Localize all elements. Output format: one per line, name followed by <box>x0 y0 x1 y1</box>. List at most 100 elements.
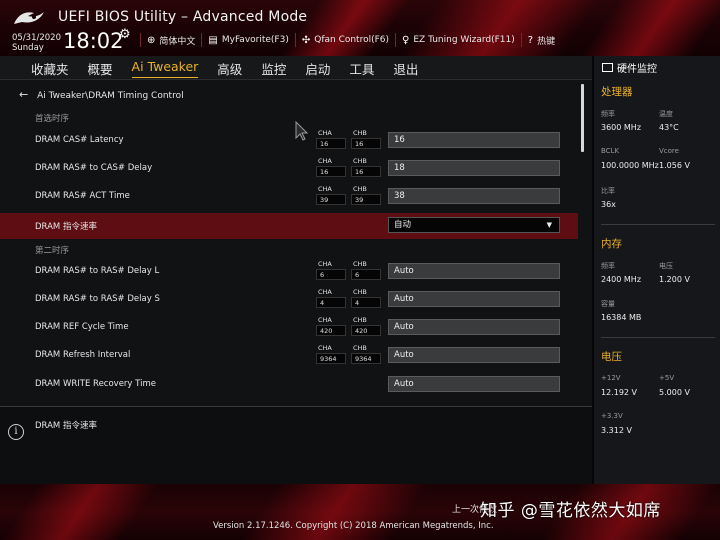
setting-label: DRAM WRITE Recovery Time <box>35 379 156 389</box>
ref-cycle-time-input[interactable]: Auto <box>388 319 560 335</box>
ez-tuning-label: EZ Tuning Wizard(F11) <box>413 35 515 45</box>
cpu-freq-value: 3600 MHz <box>601 123 642 132</box>
cpu-temp-label: 温度 <box>659 110 673 118</box>
hardware-monitor-title: 硬件监控 <box>602 60 657 75</box>
mem-cap-value: 16384 MB <box>601 313 642 322</box>
language-button[interactable]: ⊕ 简体中文 <box>140 33 201 47</box>
setting-label: DRAM Refresh Interval <box>35 350 131 360</box>
setting-row-rrd-l[interactable]: DRAM RAS# to RAS# Delay L CHA 6 CHB 6 Au… <box>0 259 578 285</box>
mem-freq-label: 频率 <box>601 262 615 270</box>
ez-tuning-wizard-button[interactable]: ♀ EZ Tuning Wizard(F11) <box>395 33 521 47</box>
memory-heading: 内存 <box>601 238 622 250</box>
app-title: UEFI BIOS Utility – Advanced Mode <box>58 9 308 25</box>
channel-a-readout: CHA 16 <box>316 129 346 149</box>
cpu-temp-value: 43°C <box>659 123 679 132</box>
ratio-value: 36x <box>601 200 616 209</box>
cas-latency-input[interactable]: 16 <box>388 132 560 148</box>
title-bar: UEFI BIOS Utility – Advanced Mode 05/31/… <box>0 0 720 56</box>
settings-panel: ← Ai Tweaker\DRAM Timing Control 首选时序 DR… <box>0 80 592 406</box>
channel-a-readout: CHA 420 <box>316 316 346 336</box>
channel-a-readout: CHA 6 <box>316 260 346 280</box>
globe-icon: ⊕ <box>147 34 156 46</box>
voltage-heading: 电压 <box>601 351 622 363</box>
breadcrumb[interactable]: ← Ai Tweaker\DRAM Timing Control <box>19 88 184 101</box>
chevron-down-icon: ▼ <box>546 221 552 229</box>
myfavorite-button[interactable]: ▤ MyFavorite(F3) <box>201 33 294 47</box>
language-label: 简体中文 <box>159 36 196 47</box>
divider <box>601 337 715 338</box>
channel-b-readout: CHB 9364 <box>351 344 381 364</box>
write-recovery-input[interactable]: Auto <box>388 376 560 392</box>
qfan-control-button[interactable]: ✣ Qfan Control(F6) <box>294 33 395 47</box>
bclk-value: 100.0000 MHz <box>601 161 659 170</box>
setting-row-cas-latency[interactable]: DRAM CAS# Latency CHA 16 CHB 16 16 <box>0 128 578 154</box>
main-menu-bar: 收藏夹 概要 Ai Tweaker 高级 监控 启动 工具 退出 <box>0 56 592 80</box>
channel-a-readout: CHA 16 <box>316 157 346 177</box>
day-text: Sunday <box>12 43 44 53</box>
menu-item-advanced[interactable]: 高级 <box>217 59 242 78</box>
menu-item-favorites[interactable]: 收藏夹 <box>31 59 69 78</box>
hotkeys-label: 热键 <box>537 36 556 47</box>
breadcrumb-path: Ai Tweaker\DRAM Timing Control <box>37 91 184 101</box>
v33-value: 3.312 V <box>601 426 632 435</box>
setting-row-command-rate[interactable]: DRAM 指令速率 自动 ▼ <box>0 213 578 239</box>
rrd-l-input[interactable]: Auto <box>388 263 560 279</box>
hotkeys-button[interactable]: ? 热键 <box>520 33 561 47</box>
setting-row-ras-act-time[interactable]: DRAM RAS# ACT Time CHA 39 CHB 39 38 <box>0 184 578 210</box>
v12-value: 12.192 V <box>601 388 638 397</box>
back-arrow-icon[interactable]: ← <box>19 88 28 101</box>
copyright-text: Version 2.17.1246. Copyright (C) 2018 Am… <box>213 521 494 531</box>
refresh-interval-input[interactable]: Auto <box>388 347 560 363</box>
hardware-monitor-label: 硬件监控 <box>617 64 657 75</box>
setting-label: DRAM RAS# to CAS# Delay <box>35 163 153 173</box>
menu-item-ai-tweaker[interactable]: Ai Tweaker <box>131 59 199 78</box>
channel-b-readout: CHB 39 <box>351 185 381 205</box>
v5-label: +5V <box>659 374 675 382</box>
footer-bar: 上一次修改 知乎 @雪花依然大如席 Version 2.17.1246. Cop… <box>0 484 720 540</box>
ratio-label: 比率 <box>601 187 615 195</box>
setting-row-ras-to-cas-delay[interactable]: DRAM RAS# to CAS# Delay CHA 16 CHB 16 18 <box>0 156 578 182</box>
cpu-heading: 处理器 <box>601 86 633 98</box>
setting-label: DRAM RAS# to RAS# Delay S <box>35 294 160 304</box>
setting-row-refresh-interval[interactable]: DRAM Refresh Interval CHA 9364 CHB 9364 … <box>0 343 578 369</box>
dropdown-value: 自动 <box>394 220 412 230</box>
channel-b-readout: CHB 6 <box>351 260 381 280</box>
toolbar: ⊕ 简体中文 ▤ MyFavorite(F3) ✣ Qfan Control(F… <box>140 33 561 47</box>
menu-item-main[interactable]: 概要 <box>88 59 113 78</box>
vcore-label: Vcore <box>659 147 679 155</box>
channel-b-readout: CHB 16 <box>351 129 381 149</box>
menu-item-monitor[interactable]: 监控 <box>261 59 286 78</box>
mem-cap-label: 容量 <box>601 300 615 308</box>
fan-icon: ✣ <box>301 34 311 46</box>
channel-b-readout: CHB 420 <box>351 316 381 336</box>
date-text: 05/31/2020 <box>12 33 61 43</box>
mem-volt-value: 1.200 V <box>659 275 690 284</box>
bclk-label: BCLK <box>601 147 620 155</box>
setting-row-write-recovery[interactable]: DRAM WRITE Recovery Time Auto <box>0 372 578 398</box>
ras-to-cas-delay-input[interactable]: 18 <box>388 160 560 176</box>
setting-label: DRAM 指令速率 <box>35 222 97 232</box>
channel-b-readout: CHB 4 <box>351 288 381 308</box>
mouse-cursor-icon <box>295 121 309 141</box>
setting-row-ref-cycle-time[interactable]: DRAM REF Cycle Time CHA 420 CHB 420 Auto <box>0 315 578 341</box>
date-display: 05/31/2020 Sunday <box>12 33 61 53</box>
menu-item-exit[interactable]: 退出 <box>393 59 418 78</box>
setting-label: DRAM RAS# to RAS# Delay L <box>35 266 160 276</box>
help-text: DRAM 指令速率 <box>35 421 97 431</box>
setting-label: DRAM RAS# ACT Time <box>35 191 130 201</box>
rrd-s-input[interactable]: Auto <box>388 291 560 307</box>
cpu-freq-label: 频率 <box>601 110 615 118</box>
ras-act-time-input[interactable]: 38 <box>388 188 560 204</box>
setting-row-rrd-s[interactable]: DRAM RAS# to RAS# Delay S CHA 4 CHB 4 Au… <box>0 287 578 313</box>
v33-label: +3.3V <box>601 412 623 420</box>
clock: 18:02 <box>63 29 124 53</box>
clock-settings-gear-icon[interactable]: ⚙ <box>119 27 131 42</box>
section-primary-timings: 首选时序 <box>35 114 70 124</box>
scrollbar-thumb[interactable] <box>581 84 584 152</box>
menu-item-boot[interactable]: 启动 <box>305 59 330 78</box>
mem-freq-value: 2400 MHz <box>601 275 642 284</box>
bulb-icon: ♀ <box>402 34 410 46</box>
command-rate-dropdown[interactable]: 自动 ▼ <box>388 217 560 233</box>
vcore-value: 1.056 V <box>659 161 690 170</box>
menu-item-tool[interactable]: 工具 <box>349 59 374 78</box>
